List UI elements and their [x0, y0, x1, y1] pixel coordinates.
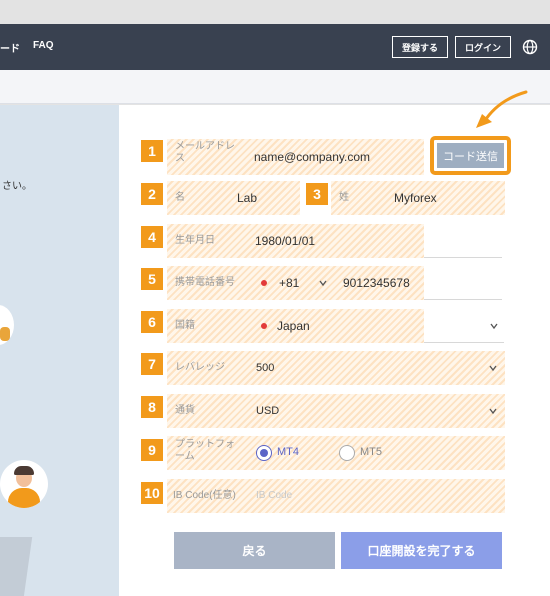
step-badge: 10: [141, 482, 163, 504]
birthdate-field[interactable]: 生年月日 1980/01/01: [167, 224, 424, 258]
step-badge: 5: [141, 268, 163, 290]
phone-number-value: 9012345678: [343, 276, 410, 290]
left-illustration-panel: さい。: [0, 105, 119, 596]
nav-link-partial[interactable]: ード: [0, 40, 20, 55]
chevron-down-icon[interactable]: [490, 322, 498, 330]
email-field[interactable]: メールアドレス name@company.com: [167, 139, 424, 175]
platform-field: プラットフォーム MT4 MT5: [167, 436, 505, 470]
browser-strip: [0, 0, 550, 24]
last-name-value: Myforex: [394, 191, 437, 205]
platform-label: プラットフォーム: [175, 439, 235, 462]
step-badge: 9: [141, 439, 163, 461]
first-name-field[interactable]: 名 Lab: [167, 181, 300, 215]
first-name-label: 名: [175, 192, 185, 203]
birthdate-value: 1980/01/01: [255, 234, 316, 248]
japan-flag-icon: [261, 323, 267, 329]
send-code-highlight: コード送信: [430, 136, 511, 175]
last-name-field[interactable]: 姓 Myforex: [331, 181, 505, 215]
nationality-value: Japan: [277, 319, 310, 333]
avatar: [0, 305, 14, 345]
field-underline: [424, 299, 502, 300]
nationality-label: 国籍: [175, 320, 195, 331]
top-navbar: ード FAQ 登録する ログイン: [0, 24, 550, 70]
leverage-value: 500: [256, 362, 275, 374]
currency-value: USD: [256, 405, 280, 417]
step-badge: 6: [141, 311, 163, 333]
birthdate-label: 生年月日: [175, 235, 215, 246]
email-value: name@company.com: [254, 150, 371, 164]
currency-label: 通貨: [175, 405, 195, 416]
complete-account-button[interactable]: 口座開設を完了する: [341, 532, 502, 569]
currency-select[interactable]: 通貨 USD: [167, 394, 505, 428]
chevron-down-icon[interactable]: [319, 279, 327, 287]
first-name-value: Lab: [237, 191, 258, 205]
step-badge: 4: [141, 226, 163, 248]
phone-label: 携帯電話番号: [175, 277, 235, 288]
globe-icon[interactable]: [521, 38, 539, 56]
instruction-text: さい。: [2, 181, 32, 192]
chevron-down-icon[interactable]: [489, 364, 497, 372]
email-label: メールアドレス: [175, 141, 235, 164]
pointer-arrow-icon: [476, 90, 528, 128]
nationality-select[interactable]: 国籍 Japan: [167, 309, 424, 343]
step-badge: 7: [141, 353, 163, 375]
ib-code-label: IB Code(任意): [173, 490, 236, 501]
step-badge: 8: [141, 396, 163, 418]
last-name-label: 姓: [339, 192, 349, 203]
platform-radio-mt4[interactable]: [256, 445, 272, 461]
japan-flag-icon: [261, 280, 267, 286]
nav-link-faq[interactable]: FAQ: [33, 40, 54, 51]
step-badge: 3: [306, 183, 328, 205]
platform-option-mt5[interactable]: MT5: [360, 446, 382, 458]
send-code-button[interactable]: コード送信: [437, 143, 504, 168]
platform-radio-mt5[interactable]: [339, 445, 355, 461]
field-underline: [424, 342, 504, 343]
leverage-label: レバレッジ: [175, 362, 225, 373]
laptop-illustration: [0, 537, 33, 596]
platform-option-mt4[interactable]: MT4: [277, 446, 299, 458]
field-underline: [424, 257, 502, 258]
step-badge: 1: [141, 140, 163, 162]
back-button[interactable]: 戻る: [174, 532, 335, 569]
register-button[interactable]: 登録する: [392, 36, 448, 58]
step-badge: 2: [141, 183, 163, 205]
phone-country-code[interactable]: +81: [279, 276, 299, 290]
leverage-select[interactable]: レバレッジ 500: [167, 351, 505, 385]
chevron-down-icon[interactable]: [489, 407, 497, 415]
avatar: [0, 460, 48, 508]
ib-code-placeholder: IB Code: [256, 490, 293, 501]
login-button[interactable]: ログイン: [455, 36, 511, 58]
phone-field[interactable]: 携帯電話番号 +81 9012345678: [167, 266, 424, 300]
ib-code-field[interactable]: IB Code(任意) IB Code: [167, 479, 505, 513]
